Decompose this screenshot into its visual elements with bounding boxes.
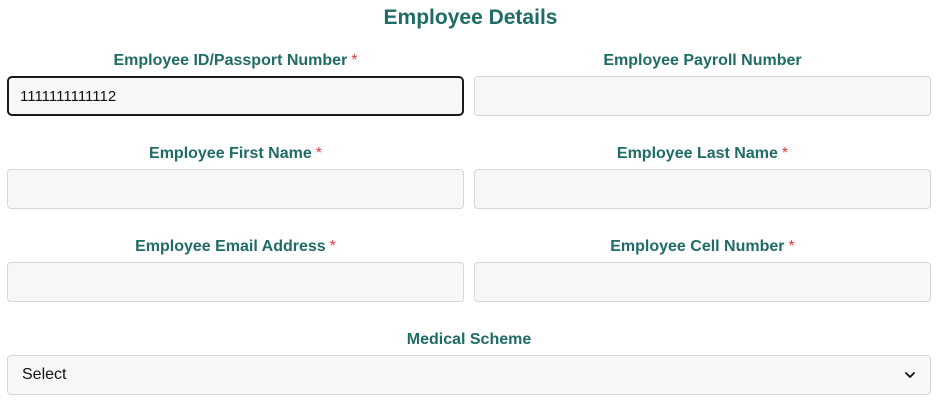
employee-id-field: Employee ID/Passport Number * [7,50,464,116]
first-name-input[interactable] [7,169,464,209]
medical-scheme-field: Medical Scheme Select [7,329,931,395]
payroll-number-field: Employee Payroll Number [474,50,931,116]
cell-number-label: Employee Cell Number [610,238,785,255]
cell-number-field: Employee Cell Number * [474,236,931,302]
medical-scheme-select[interactable]: Select [7,355,931,395]
first-name-field: Employee First Name * [7,143,464,209]
employee-id-input[interactable] [7,76,464,116]
email-input[interactable] [7,262,464,302]
email-field: Employee Email Address * [7,236,464,302]
required-marker: * [329,238,336,255]
payroll-number-label: Employee Payroll Number [603,52,802,69]
email-label: Employee Email Address [135,238,326,255]
first-name-label: Employee First Name [149,145,312,162]
medical-scheme-selected-value: Select [22,366,67,383]
required-marker: * [315,145,322,162]
medical-scheme-label: Medical Scheme [406,331,532,348]
cell-number-input[interactable] [474,262,931,302]
form-title: Employee Details [383,6,558,29]
required-marker: * [351,52,358,69]
employee-details-form: Employee Details Employee ID/Passport Nu… [0,0,941,411]
chevron-down-icon [905,372,915,378]
payroll-number-input[interactable] [474,76,931,116]
required-marker: * [788,238,795,255]
employee-id-label: Employee ID/Passport Number [113,52,348,69]
required-marker: * [781,145,789,162]
last-name-label: Employee Last Name [616,145,778,162]
last-name-field: Employee Last Name * [474,143,931,209]
last-name-input[interactable] [474,169,931,209]
